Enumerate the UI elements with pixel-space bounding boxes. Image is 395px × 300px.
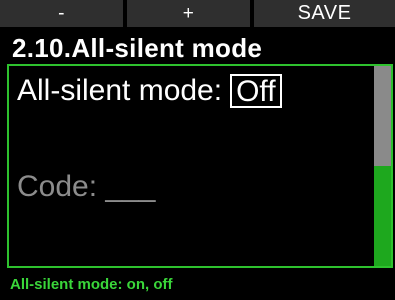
option-hint: All-silent mode: on, off bbox=[10, 276, 173, 293]
save-softkey[interactable]: SAVE bbox=[254, 0, 395, 27]
increase-softkey[interactable]: + bbox=[127, 0, 250, 27]
settings-panel: All-silent mode: Off Code: ___ bbox=[7, 64, 393, 268]
all-silent-mode-value[interactable]: Off bbox=[230, 74, 282, 108]
all-silent-mode-row: All-silent mode: Off bbox=[17, 74, 282, 108]
scrollbar-track[interactable] bbox=[374, 66, 391, 266]
all-silent-mode-label: All-silent mode: bbox=[17, 74, 223, 107]
page-title: 2.10.All-silent mode bbox=[12, 33, 263, 63]
decrease-softkey[interactable]: - bbox=[0, 0, 123, 27]
code-field: Code: ___ bbox=[17, 170, 156, 203]
scrollbar-thumb[interactable] bbox=[374, 66, 391, 166]
